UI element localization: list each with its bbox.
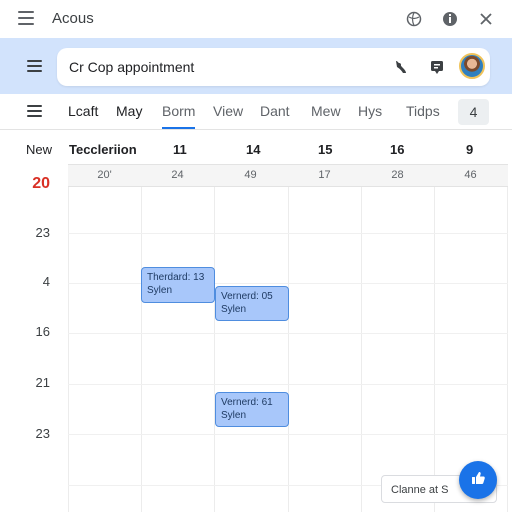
date-cell[interactable]: 20' <box>68 169 141 181</box>
time-label: 16 <box>35 324 50 339</box>
app-title: Acous <box>52 10 94 27</box>
current-date: 20 <box>32 175 50 192</box>
globe-icon[interactable] <box>404 9 424 29</box>
grid-divider <box>68 233 508 234</box>
tab-dant[interactable]: Dant <box>260 103 290 119</box>
time-label: 23 <box>35 426 50 441</box>
grid-divider <box>68 333 508 334</box>
info-icon[interactable] <box>440 9 460 29</box>
time-label: 21 <box>35 375 50 390</box>
grid-divider <box>141 165 142 512</box>
grid-divider <box>214 165 215 512</box>
day-header[interactable]: 14 <box>246 142 260 157</box>
tab-overflow-button[interactable]: 4 <box>458 99 489 125</box>
calendar-header: New Teccleriion 11 14 15 16 9 <box>0 131 512 164</box>
grid-divider <box>68 165 69 512</box>
calendar-title: Teccleriion <box>69 142 137 157</box>
title-bar: Acous <box>0 0 512 38</box>
grid-divider <box>68 384 508 385</box>
event-title: Therdard: 13 <box>147 272 205 283</box>
close-icon[interactable] <box>476 9 496 29</box>
day-header[interactable]: 11 <box>173 142 187 157</box>
date-cell[interactable]: 49 <box>214 169 287 181</box>
search-query: Cr Cop appointment <box>69 59 195 75</box>
calendar-event[interactable]: Vernerd: 05 Sylen <box>215 286 289 321</box>
tab-hys[interactable]: Hys <box>358 103 382 119</box>
time-label: 23 <box>35 225 50 240</box>
grid-divider <box>434 165 435 512</box>
calendar-event[interactable]: Vernerd: 61 Sylen <box>215 392 289 427</box>
search-input[interactable]: Cr Cop appointment <box>57 48 490 86</box>
date-row: 20' 24 49 17 28 46 <box>68 165 508 187</box>
date-cell[interactable]: 24 <box>141 169 214 181</box>
tab-view[interactable]: View <box>213 103 243 119</box>
grid-divider <box>361 165 362 512</box>
voice-search-icon[interactable] <box>391 57 411 77</box>
calendar-event[interactable]: Therdard: 13 Sylen <box>141 267 215 303</box>
date-cell[interactable]: 17 <box>288 169 361 181</box>
event-subtitle: Sylen <box>147 285 173 296</box>
grid-divider <box>288 165 289 512</box>
date-cell[interactable]: 46 <box>434 169 507 181</box>
search-band: Cr Cop appointment <box>0 38 512 94</box>
grid-divider <box>68 283 508 284</box>
tab-tidps[interactable]: Tidps <box>406 103 440 119</box>
calendar-grid[interactable]: 20' 24 49 17 28 46 Therdard: 13 Sylen Ve… <box>68 164 508 512</box>
day-header[interactable]: 15 <box>318 142 332 157</box>
thumbs-up-icon <box>470 470 486 491</box>
event-title: Vernerd: 61 <box>221 397 273 408</box>
event-subtitle: Sylen <box>221 410 247 421</box>
date-cell[interactable]: 28 <box>361 169 434 181</box>
notes-icon[interactable] <box>427 57 447 77</box>
hamburger-icon[interactable] <box>27 60 42 72</box>
tab-mew[interactable]: Mew <box>311 103 341 119</box>
event-subtitle: Sylen <box>221 304 247 315</box>
tab-borm[interactable]: Borm <box>162 103 196 129</box>
tab-may[interactable]: May <box>116 103 142 119</box>
grid-divider <box>68 434 508 435</box>
view-menu-icon[interactable] <box>27 105 42 117</box>
create-event-button[interactable] <box>459 461 497 499</box>
view-tabs: Lcaft May Borm View Dant Mew Hys Tidps 4 <box>0 94 512 130</box>
time-label: 4 <box>42 274 50 289</box>
tab-lcaft[interactable]: Lcaft <box>68 103 98 119</box>
app-menu-icon[interactable] <box>18 11 34 25</box>
grid-divider <box>507 165 508 512</box>
event-title: Vernerd: 05 <box>221 291 273 302</box>
avatar[interactable] <box>459 53 485 79</box>
day-header[interactable]: 9 <box>466 142 473 157</box>
new-label[interactable]: New <box>26 142 52 157</box>
day-header[interactable]: 16 <box>390 142 404 157</box>
time-gutter: 20 23 4 16 21 23 <box>0 164 68 512</box>
